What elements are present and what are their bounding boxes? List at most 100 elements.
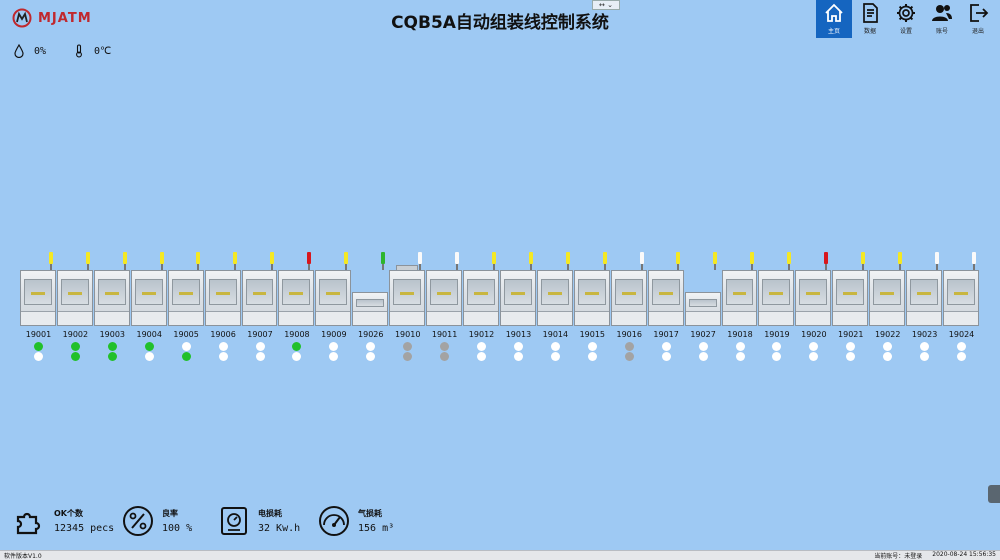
station-machine[interactable] bbox=[315, 270, 352, 326]
machine-window bbox=[725, 279, 754, 305]
gas-value: 156 m³ bbox=[358, 523, 395, 534]
machine-window bbox=[171, 279, 200, 305]
station-machine[interactable] bbox=[610, 270, 647, 326]
station-status-dot bbox=[513, 352, 523, 361]
station-stack-light bbox=[307, 252, 312, 270]
machine-window bbox=[60, 279, 89, 305]
station-stack-light bbox=[676, 252, 681, 270]
station-status-dot bbox=[440, 342, 450, 351]
machine-base bbox=[168, 311, 203, 325]
puzzle-icon bbox=[16, 512, 41, 535]
station-machine[interactable] bbox=[647, 270, 684, 326]
station-machine[interactable] bbox=[204, 270, 241, 326]
station-machine[interactable] bbox=[795, 270, 832, 326]
station-machine[interactable] bbox=[241, 270, 278, 326]
yield-value: 100 % bbox=[162, 523, 193, 534]
station-machine[interactable] bbox=[20, 270, 56, 326]
machine-window bbox=[208, 279, 237, 305]
station-machine[interactable] bbox=[536, 270, 573, 326]
station-machine[interactable] bbox=[93, 270, 130, 326]
station-machine[interactable] bbox=[389, 265, 426, 326]
machine-base bbox=[316, 311, 351, 325]
nav-data[interactable]: 数据 bbox=[852, 0, 888, 38]
station-machine[interactable] bbox=[426, 270, 463, 326]
nav-exit-label: 退出 bbox=[971, 28, 984, 35]
station-status-dot bbox=[477, 352, 487, 361]
station-stack-light bbox=[48, 252, 53, 270]
machine-base bbox=[537, 311, 572, 325]
station-machine[interactable] bbox=[167, 270, 204, 326]
machine-base bbox=[501, 311, 535, 325]
station-machine[interactable] bbox=[684, 292, 721, 326]
droplet-icon bbox=[14, 44, 24, 58]
machine-base bbox=[796, 311, 831, 325]
nav-account[interactable]: 账号 bbox=[924, 0, 960, 38]
temperature-readout: 0℃ bbox=[72, 44, 111, 58]
station-stack-light bbox=[196, 252, 201, 270]
machine-window bbox=[762, 279, 791, 305]
station-stack-light bbox=[122, 252, 127, 270]
machine-window bbox=[467, 279, 495, 305]
station-status-dot bbox=[661, 352, 671, 361]
station-stack-light bbox=[344, 252, 349, 270]
station-machine[interactable] bbox=[130, 270, 167, 326]
machine-window bbox=[688, 299, 717, 307]
station-machine[interactable] bbox=[943, 270, 979, 326]
station-status-dot bbox=[107, 352, 117, 361]
machine-base bbox=[131, 311, 166, 325]
station-status-dot bbox=[33, 342, 43, 351]
ok-count-stat: OK个数 12345 pecs bbox=[14, 505, 114, 537]
machine-base bbox=[944, 311, 978, 325]
station-stack-light bbox=[159, 252, 164, 270]
station-machine[interactable] bbox=[721, 270, 758, 326]
station-machine[interactable] bbox=[500, 270, 536, 326]
machine-window bbox=[910, 279, 939, 305]
thermometer-icon bbox=[76, 44, 82, 58]
station-stack-light bbox=[270, 252, 275, 270]
station-status-dot bbox=[587, 352, 597, 361]
percent-icon bbox=[123, 506, 153, 536]
machine-base bbox=[648, 311, 683, 325]
station-machine[interactable] bbox=[758, 270, 795, 326]
station-status-dot bbox=[477, 342, 487, 351]
station-status-dot bbox=[772, 342, 782, 351]
machine-base bbox=[94, 311, 129, 325]
station-machine[interactable] bbox=[832, 270, 869, 326]
station-status-dot bbox=[550, 342, 560, 351]
station-status-dot bbox=[255, 352, 265, 361]
station-status-dot bbox=[218, 342, 228, 351]
station-machine[interactable] bbox=[906, 270, 943, 326]
station-status-dot bbox=[144, 342, 154, 351]
station-stack-light bbox=[861, 252, 866, 270]
nav-home[interactable]: 主页 bbox=[816, 0, 852, 38]
station-machine[interactable] bbox=[56, 270, 93, 326]
nav-settings[interactable]: 设置 bbox=[888, 0, 924, 38]
station-machine[interactable] bbox=[869, 270, 906, 326]
machine-window bbox=[430, 279, 459, 305]
station-status-dot bbox=[846, 342, 856, 351]
station-status-dot bbox=[772, 352, 782, 361]
machine-base bbox=[870, 311, 905, 325]
machine-base bbox=[427, 311, 462, 325]
nav-exit[interactable]: 退出 bbox=[960, 0, 996, 38]
side-drawer-handle[interactable] bbox=[988, 485, 1000, 503]
machine-window bbox=[651, 279, 680, 305]
home-icon bbox=[825, 3, 843, 22]
station-machine[interactable] bbox=[278, 270, 315, 326]
station-machine[interactable] bbox=[352, 292, 389, 326]
station-status-dot bbox=[920, 342, 930, 351]
station-status-dot bbox=[883, 342, 893, 351]
power-meter-icon bbox=[221, 507, 247, 535]
station-status-dot bbox=[403, 342, 413, 351]
station-status-dot bbox=[440, 352, 450, 361]
machine-window bbox=[540, 279, 569, 305]
station-status-dot bbox=[587, 342, 597, 351]
station-machine[interactable] bbox=[573, 270, 610, 326]
machine-window bbox=[577, 279, 606, 305]
machine-base bbox=[722, 311, 757, 325]
machine-base bbox=[685, 311, 720, 325]
machine-base bbox=[907, 311, 942, 325]
machine-base bbox=[21, 311, 55, 325]
status-datetime: 2020-08-24 15:56:35 bbox=[932, 551, 996, 558]
station-machine[interactable] bbox=[463, 270, 499, 326]
